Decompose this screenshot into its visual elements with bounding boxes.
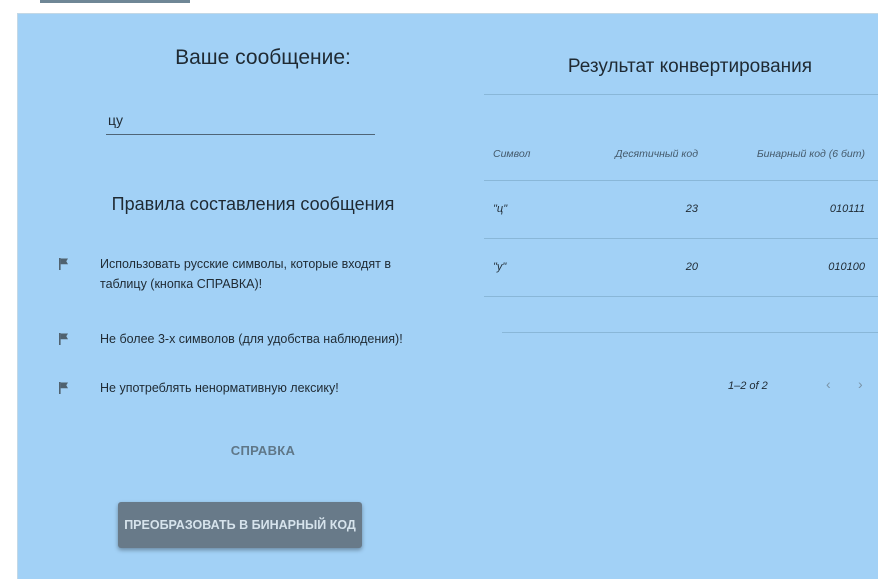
rule-item-1-line1: Использовать русские символы, которые вх…	[100, 257, 391, 271]
convert-to-binary-button[interactable]: ПРЕОБРАЗОВАТЬ В БИНАРНЫЙ КОД	[118, 502, 362, 548]
flag-icon	[59, 333, 68, 345]
message-input[interactable]	[106, 106, 375, 135]
column-header-symbol[interactable]: Символ	[493, 148, 530, 160]
table-bottom-divider	[484, 296, 878, 297]
rule-item-1-line2: таблицу (кнопка СПРАВКА)!	[100, 277, 263, 291]
cell-binary: 010111	[829, 203, 865, 215]
rule-item-2-text: Не более 3-х символов (для удобства набл…	[100, 332, 403, 346]
cell-binary: 010100	[828, 261, 865, 273]
rule-item-3-text: Не употреблять ненормативную лексику!	[100, 381, 339, 395]
converter-card: Ваше сообщение: Правила составления сооб…	[17, 13, 878, 579]
flag-icon	[59, 258, 68, 270]
message-title: Ваше сообщение:	[175, 46, 351, 69]
result-title: Результат конвертирования	[567, 56, 813, 77]
cell-symbol: "у"	[493, 261, 507, 273]
column-header-decimal[interactable]: Десятичный код	[578, 148, 698, 160]
title-divider	[484, 94, 878, 95]
rules-title: Правила составления сообщения	[111, 194, 395, 214]
cell-symbol: "ц"	[493, 203, 508, 215]
pagination-label: 1–2 of 2	[728, 380, 768, 392]
help-button[interactable]: СПРАВКА	[203, 435, 323, 465]
chevron-right-icon[interactable]: ›	[858, 376, 863, 392]
rule-item-2: Не более 3-х символов (для удобства набл…	[58, 329, 478, 351]
cell-decimal: 23	[685, 203, 698, 215]
top-tab-indicator	[40, 0, 190, 3]
table-row[interactable]: "у" 20 010100	[484, 239, 878, 296]
footer-divider	[502, 332, 878, 333]
table-row[interactable]: "ц" 23 010111	[484, 181, 878, 238]
flag-icon	[59, 382, 68, 394]
column-header-binary[interactable]: Бинарный код (6 бит)	[718, 148, 865, 160]
rule-item-3: Не употреблять ненормативную лексику!	[58, 378, 478, 400]
chevron-left-icon[interactable]: ‹	[826, 376, 831, 392]
cell-decimal: 20	[685, 261, 698, 273]
rule-item-1: Использовать русские символы, которые вх…	[58, 254, 478, 296]
